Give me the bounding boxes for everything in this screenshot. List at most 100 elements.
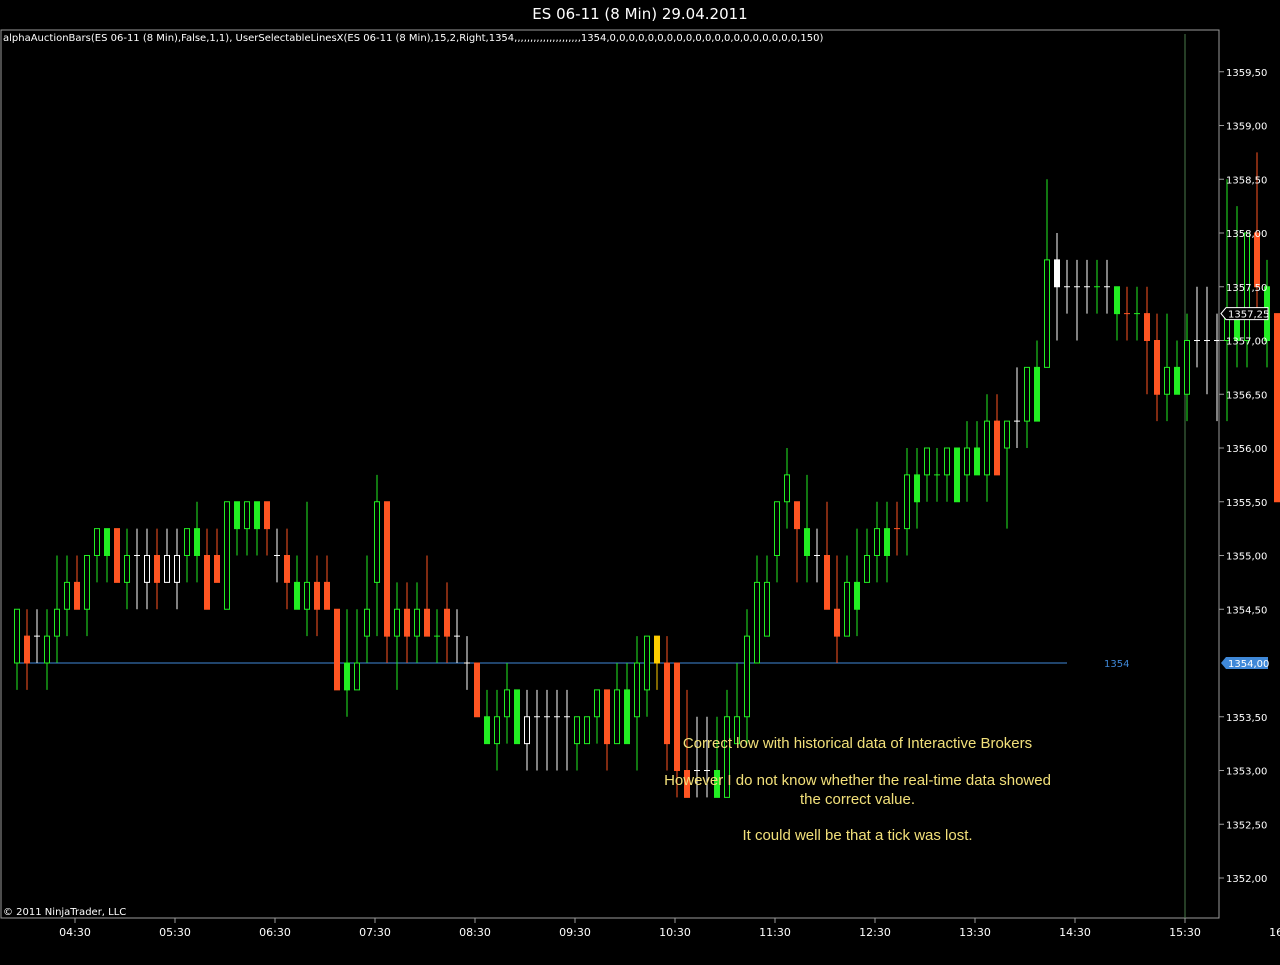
bar-body xyxy=(664,662,670,745)
bar-body xyxy=(1164,366,1170,395)
bar-body xyxy=(364,608,370,637)
y-tick-label: 1354,50 xyxy=(1226,605,1267,616)
price-bar[interactable] xyxy=(334,608,340,691)
bar-body xyxy=(1044,259,1050,368)
reference-line-label: 1354 xyxy=(1104,659,1129,670)
bar-body xyxy=(334,608,340,691)
last-price-label: 1357,25 xyxy=(1228,310,1269,321)
bar-body xyxy=(764,581,770,637)
bar-body xyxy=(1144,313,1150,341)
bar-body xyxy=(994,420,1000,476)
y-tick-label: 1358,00 xyxy=(1226,229,1267,240)
candlestick-chart[interactable]: 1354 1352,00 1352,50 1353,00 1353,50 1354,50… xyxy=(0,0,1280,965)
bar-body xyxy=(54,608,60,637)
bar-body xyxy=(504,689,510,718)
y-tick-label: 1357,00 xyxy=(1226,337,1267,348)
price-bar[interactable] xyxy=(114,528,120,583)
x-tick-label: 13:30 xyxy=(959,926,991,939)
chart-background xyxy=(0,28,1280,965)
bar-body xyxy=(834,608,840,637)
annotation-line-1: Correct low with historical data of Inte… xyxy=(682,735,1033,752)
bar-body xyxy=(794,501,800,530)
bar-body xyxy=(804,528,810,556)
bar-body xyxy=(944,447,950,476)
bar-body xyxy=(844,581,850,637)
price-bar[interactable] xyxy=(224,501,230,610)
bar-body xyxy=(244,501,250,530)
y-tick-label: 1359,00 xyxy=(1226,122,1267,133)
y-tick-label: 1358,50 xyxy=(1226,175,1267,186)
bar-body xyxy=(874,528,880,556)
x-tick-label: 14:30 xyxy=(1059,926,1091,939)
bar-body xyxy=(404,608,410,637)
price-bar[interactable] xyxy=(584,716,590,745)
x-tick-label: 06:30 xyxy=(259,926,291,939)
bar-body xyxy=(514,689,520,745)
x-tick-label: 04:30 xyxy=(59,926,91,939)
bar-body xyxy=(44,635,50,664)
bar-body xyxy=(184,528,190,556)
annotation-line-2b: the correct value. xyxy=(799,791,916,808)
bar-body xyxy=(324,581,330,610)
bar-body xyxy=(754,581,760,664)
price-bar[interactable] xyxy=(474,662,480,718)
x-tick-label: 12:30 xyxy=(859,926,891,939)
reference-price-label: 1354,00 xyxy=(1228,659,1269,670)
y-tick-label: 1356,50 xyxy=(1226,390,1267,401)
x-tick-label: 10:30 xyxy=(659,926,691,939)
bar-body xyxy=(744,635,750,718)
bar-body xyxy=(1054,259,1060,288)
bar-body xyxy=(264,501,270,530)
bar-body xyxy=(214,555,220,583)
bar-body xyxy=(1184,340,1190,395)
bar-body xyxy=(144,555,150,583)
bar-body xyxy=(14,608,20,664)
bar-body xyxy=(974,447,980,476)
bar-body xyxy=(984,420,990,476)
bar-body xyxy=(304,581,310,610)
bar-body xyxy=(864,555,870,583)
bar-body xyxy=(594,689,600,718)
y-tick-label: 1353,50 xyxy=(1226,713,1267,724)
x-tick-label: 07:30 xyxy=(359,926,391,939)
bar-body xyxy=(494,716,500,745)
annotation-line-3: It could well be that a tick was lost. xyxy=(742,827,973,844)
x-tick-label: 16:30 xyxy=(1269,926,1280,939)
y-tick-label: 1353,00 xyxy=(1226,767,1267,778)
bar-body xyxy=(224,501,230,610)
bar-body xyxy=(24,635,30,664)
bar-body xyxy=(374,501,380,583)
bar-body xyxy=(344,662,350,691)
bar-body xyxy=(474,662,480,718)
bar-body xyxy=(254,501,260,530)
bar-body xyxy=(194,528,200,556)
bar-body xyxy=(444,608,450,637)
price-bar[interactable] xyxy=(514,689,520,745)
bar-body xyxy=(174,555,180,583)
bar-body xyxy=(74,581,80,610)
bar-body xyxy=(674,662,680,771)
bar-body xyxy=(634,662,640,718)
price-bar[interactable] xyxy=(1274,313,1280,503)
bar-body xyxy=(294,581,300,610)
bar-body xyxy=(824,555,830,610)
x-tick-label: 08:30 xyxy=(459,926,491,939)
bar-body xyxy=(584,716,590,745)
bar-body xyxy=(1174,366,1180,395)
x-tick-label: 09:30 xyxy=(559,926,591,939)
bar-body xyxy=(164,555,170,583)
bar-body xyxy=(774,501,780,556)
price-bar[interactable] xyxy=(954,447,960,503)
bar-body xyxy=(1154,340,1160,395)
bar-body xyxy=(1254,232,1260,288)
y-tick-label: 1352,50 xyxy=(1226,820,1267,831)
bar-body xyxy=(154,555,160,583)
bar-body xyxy=(644,635,650,691)
y-tick-label: 1352,00 xyxy=(1226,874,1267,885)
bar-body xyxy=(884,528,890,556)
bar-body xyxy=(1034,366,1040,422)
bar-body xyxy=(394,608,400,637)
bar-body xyxy=(234,501,240,530)
bar-body xyxy=(1024,366,1030,422)
y-tick-label: 1356,00 xyxy=(1226,444,1267,455)
